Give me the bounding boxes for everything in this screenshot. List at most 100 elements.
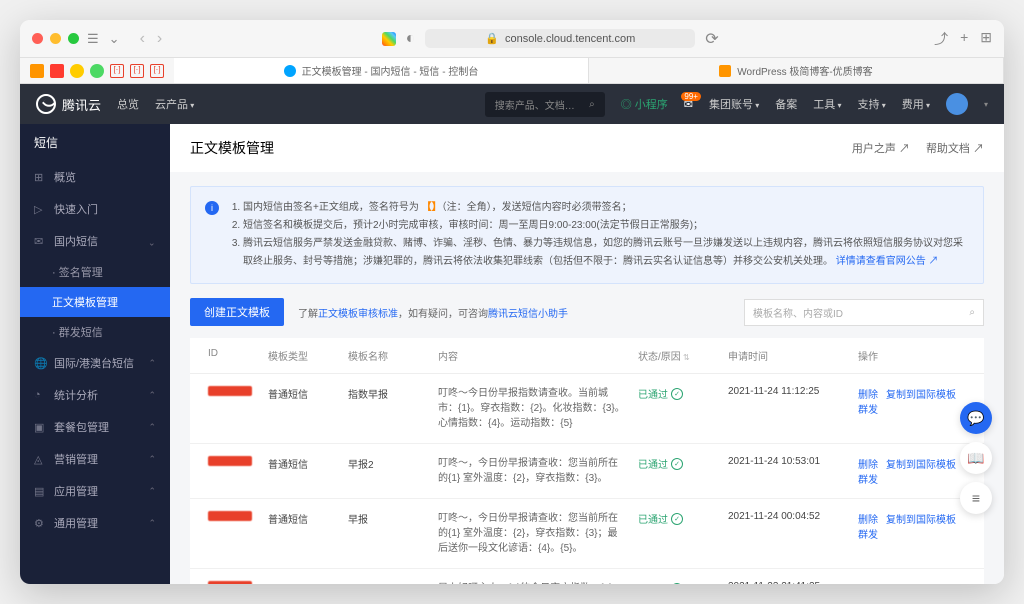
page-title: 正文模板管理 bbox=[190, 138, 274, 158]
cell-ops: 删除复制到国际模板群发 bbox=[852, 386, 972, 416]
op-delete[interactable]: 删除 bbox=[858, 390, 878, 401]
grid-icon: ⊞ bbox=[34, 171, 46, 183]
op-copy-intl[interactable]: 复制到国际模板 bbox=[886, 390, 956, 401]
sidebar-item-general[interactable]: ⚙通用管理 bbox=[20, 507, 170, 539]
favorite-icon[interactable]: [·] bbox=[130, 64, 144, 78]
add-tab-icon[interactable]: + bbox=[960, 29, 968, 49]
forward-button[interactable]: › bbox=[153, 30, 166, 48]
browser-tabs: [·] [·] [·] 正文模板管理 - 国内短信 - 短信 - 控制台 Wor… bbox=[20, 58, 1004, 84]
create-template-button[interactable]: 创建正文模板 bbox=[190, 298, 284, 326]
close-window[interactable] bbox=[32, 33, 43, 44]
op-delete[interactable]: 删除 bbox=[858, 515, 878, 526]
toolbar-tip: 了解正文模板审核标准，如有疑问，可咨询腾讯云短信小助手 bbox=[298, 305, 568, 320]
cell-id bbox=[202, 386, 262, 399]
sidebar-sub-sign[interactable]: · 签名管理 bbox=[20, 257, 170, 287]
cell-status: 已通过 bbox=[632, 581, 722, 584]
brand-text: 腾讯云 bbox=[62, 95, 101, 114]
nav-beian[interactable]: 备案 bbox=[775, 96, 797, 112]
menu-button[interactable]: ≡ bbox=[960, 482, 992, 514]
nav-support[interactable]: 支持 bbox=[857, 96, 885, 112]
cell-ops: 删除复制到国际模板群发 bbox=[852, 581, 972, 584]
template-search[interactable]: 模板名称、内容或ID ⌕ bbox=[744, 299, 984, 326]
maximize-window[interactable] bbox=[68, 33, 79, 44]
cell-type: 普通短信 bbox=[262, 511, 342, 526]
cell-name: 指数早报 bbox=[342, 386, 432, 401]
browser-tab-active[interactable]: 正文模板管理 - 国内短信 - 短信 - 控制台 bbox=[174, 58, 589, 83]
back-button[interactable]: ‹ bbox=[136, 30, 149, 48]
gear-icon: ⚙ bbox=[34, 517, 46, 529]
cell-time: 2021-11-24 10:53:01 bbox=[722, 456, 852, 467]
notice-banner: i 国内短信由签名+正文组成，签名符号为 【】（注：全角），发送短信内容时必须带… bbox=[190, 186, 984, 284]
cell-name: 早报2 bbox=[342, 456, 432, 471]
nav-cost[interactable]: 费用 bbox=[902, 96, 930, 112]
user-avatar[interactable] bbox=[946, 93, 968, 115]
favorite-icon[interactable] bbox=[30, 64, 44, 78]
nav-overview[interactable]: 总览 bbox=[117, 96, 139, 112]
browser-titlebar: ☰ ⌄ ‹ › ◐ 🔒 console.cloud.tencent.com ⟳ … bbox=[20, 20, 1004, 58]
th-status[interactable]: 状态/原因 bbox=[632, 348, 722, 363]
cell-type: 普通短信 bbox=[262, 386, 342, 401]
chat-support-button[interactable]: 💬 bbox=[960, 402, 992, 434]
share-icon[interactable]: ⤴ bbox=[934, 29, 948, 49]
search-icon: ⌕ bbox=[589, 99, 595, 110]
op-bulk-send[interactable]: 群发 bbox=[858, 405, 878, 416]
cell-id bbox=[202, 581, 262, 584]
table-row: 普通短信 指数早报 叮咚～今日份早报指数请查收。当前城市：{1}。穿衣指数：{2… bbox=[190, 374, 984, 444]
privacy-shield-icon[interactable] bbox=[382, 32, 396, 46]
favorite-icon[interactable] bbox=[70, 64, 84, 78]
tabs-icon[interactable]: ⊞ bbox=[980, 29, 992, 49]
link-help-docs[interactable]: 帮助文档 ↗ bbox=[926, 140, 984, 156]
nav-messages[interactable]: ✉ 99+ bbox=[684, 98, 693, 111]
sidebar-item-overview[interactable]: ⊞概览 bbox=[20, 161, 170, 193]
docs-button[interactable]: 📖 bbox=[960, 442, 992, 474]
sidebar-item-intl[interactable]: 🌐国际/港澳台短信 bbox=[20, 347, 170, 379]
table-row: 普通短信 早报2 叮咚～，今日份早报请查收：您当前所在的{1} 室外温度：{2}… bbox=[190, 444, 984, 499]
link-audit-standard[interactable]: 正文模板审核标准 bbox=[318, 309, 398, 320]
favorite-icon[interactable] bbox=[50, 64, 64, 78]
minimize-window[interactable] bbox=[50, 33, 61, 44]
sidebar-item-quickstart[interactable]: ▷快速入门 bbox=[20, 193, 170, 225]
sidebar-item-domestic[interactable]: ✉国内短信 bbox=[20, 225, 170, 257]
op-bulk-send[interactable]: 群发 bbox=[858, 530, 878, 541]
address-bar[interactable]: 🔒 console.cloud.tencent.com bbox=[425, 29, 695, 48]
nav-group[interactable]: 集团账号 bbox=[709, 96, 759, 112]
avatar-dropdown-icon[interactable]: ▾ bbox=[984, 100, 988, 109]
sidebar-sub-template[interactable]: 正文模板管理 bbox=[20, 287, 170, 317]
cell-status: 已通过 bbox=[632, 456, 722, 471]
favorite-icon[interactable]: [·] bbox=[150, 64, 164, 78]
tencent-cloud-icon bbox=[284, 65, 296, 77]
lock-icon: 🔒 bbox=[485, 32, 499, 45]
browser-tab[interactable]: WordPress 极简博客-优质博客 bbox=[589, 58, 1004, 83]
reload-icon[interactable]: ⟳ bbox=[705, 29, 718, 49]
favorite-icon[interactable] bbox=[90, 64, 104, 78]
sidebar-item-package[interactable]: ▣套餐包管理 bbox=[20, 411, 170, 443]
tracker-shield-icon[interactable]: ◐ bbox=[406, 30, 416, 48]
cell-content: 早上好呀主人，{1}的今日穿衣指数：{2}，室外温度：{3} bbox=[432, 581, 632, 584]
dropdown-icon[interactable]: ⌄ bbox=[109, 31, 120, 47]
sidebar-item-app[interactable]: ▤应用管理 bbox=[20, 475, 170, 507]
search-icon: ⌕ bbox=[969, 307, 975, 318]
link-announcement[interactable]: 详情请查看官网公告 ↗ bbox=[836, 256, 939, 267]
sidebar-item-stats[interactable]: ◔统计分析 bbox=[20, 379, 170, 411]
op-delete[interactable]: 删除 bbox=[858, 460, 878, 471]
cell-ops: 删除复制到国际模板群发 bbox=[852, 456, 972, 486]
table-row: 普通短信 每日早报 早上好呀主人，{1}的今日穿衣指数：{2}，室外温度：{3}… bbox=[190, 569, 984, 584]
favorite-icon[interactable]: [·] bbox=[110, 64, 124, 78]
op-bulk-send[interactable]: 群发 bbox=[858, 475, 878, 486]
link-user-voice[interactable]: 用户之声 ↗ bbox=[852, 140, 910, 156]
sidebar-sub-bulk[interactable]: · 群发短信 bbox=[20, 317, 170, 347]
link-sms-helper[interactable]: 腾讯云短信小助手 bbox=[488, 309, 568, 320]
page-header: 正文模板管理 用户之声 ↗ 帮助文档 ↗ bbox=[170, 124, 1004, 172]
th-ops: 操作 bbox=[852, 348, 972, 363]
nav-miniprogram[interactable]: ◎ 小程序 bbox=[621, 96, 668, 112]
globe-icon: 🌐 bbox=[34, 357, 46, 369]
nav-products[interactable]: 云产品 bbox=[155, 96, 194, 112]
sidebar-toggle-icon[interactable]: ☰ bbox=[87, 31, 99, 47]
op-copy-intl[interactable]: 复制到国际模板 bbox=[886, 515, 956, 526]
op-copy-intl[interactable]: 复制到国际模板 bbox=[886, 460, 956, 471]
top-search[interactable]: 搜索产品、文档… ⌕ bbox=[485, 92, 605, 117]
nav-tools[interactable]: 工具 bbox=[813, 96, 841, 112]
sidebar-item-marketing[interactable]: ◬营销管理 bbox=[20, 443, 170, 475]
table-header: ID 模板类型 模板名称 内容 状态/原因 申请时间 操作 bbox=[190, 338, 984, 374]
brand-logo[interactable]: 腾讯云 bbox=[36, 94, 101, 114]
